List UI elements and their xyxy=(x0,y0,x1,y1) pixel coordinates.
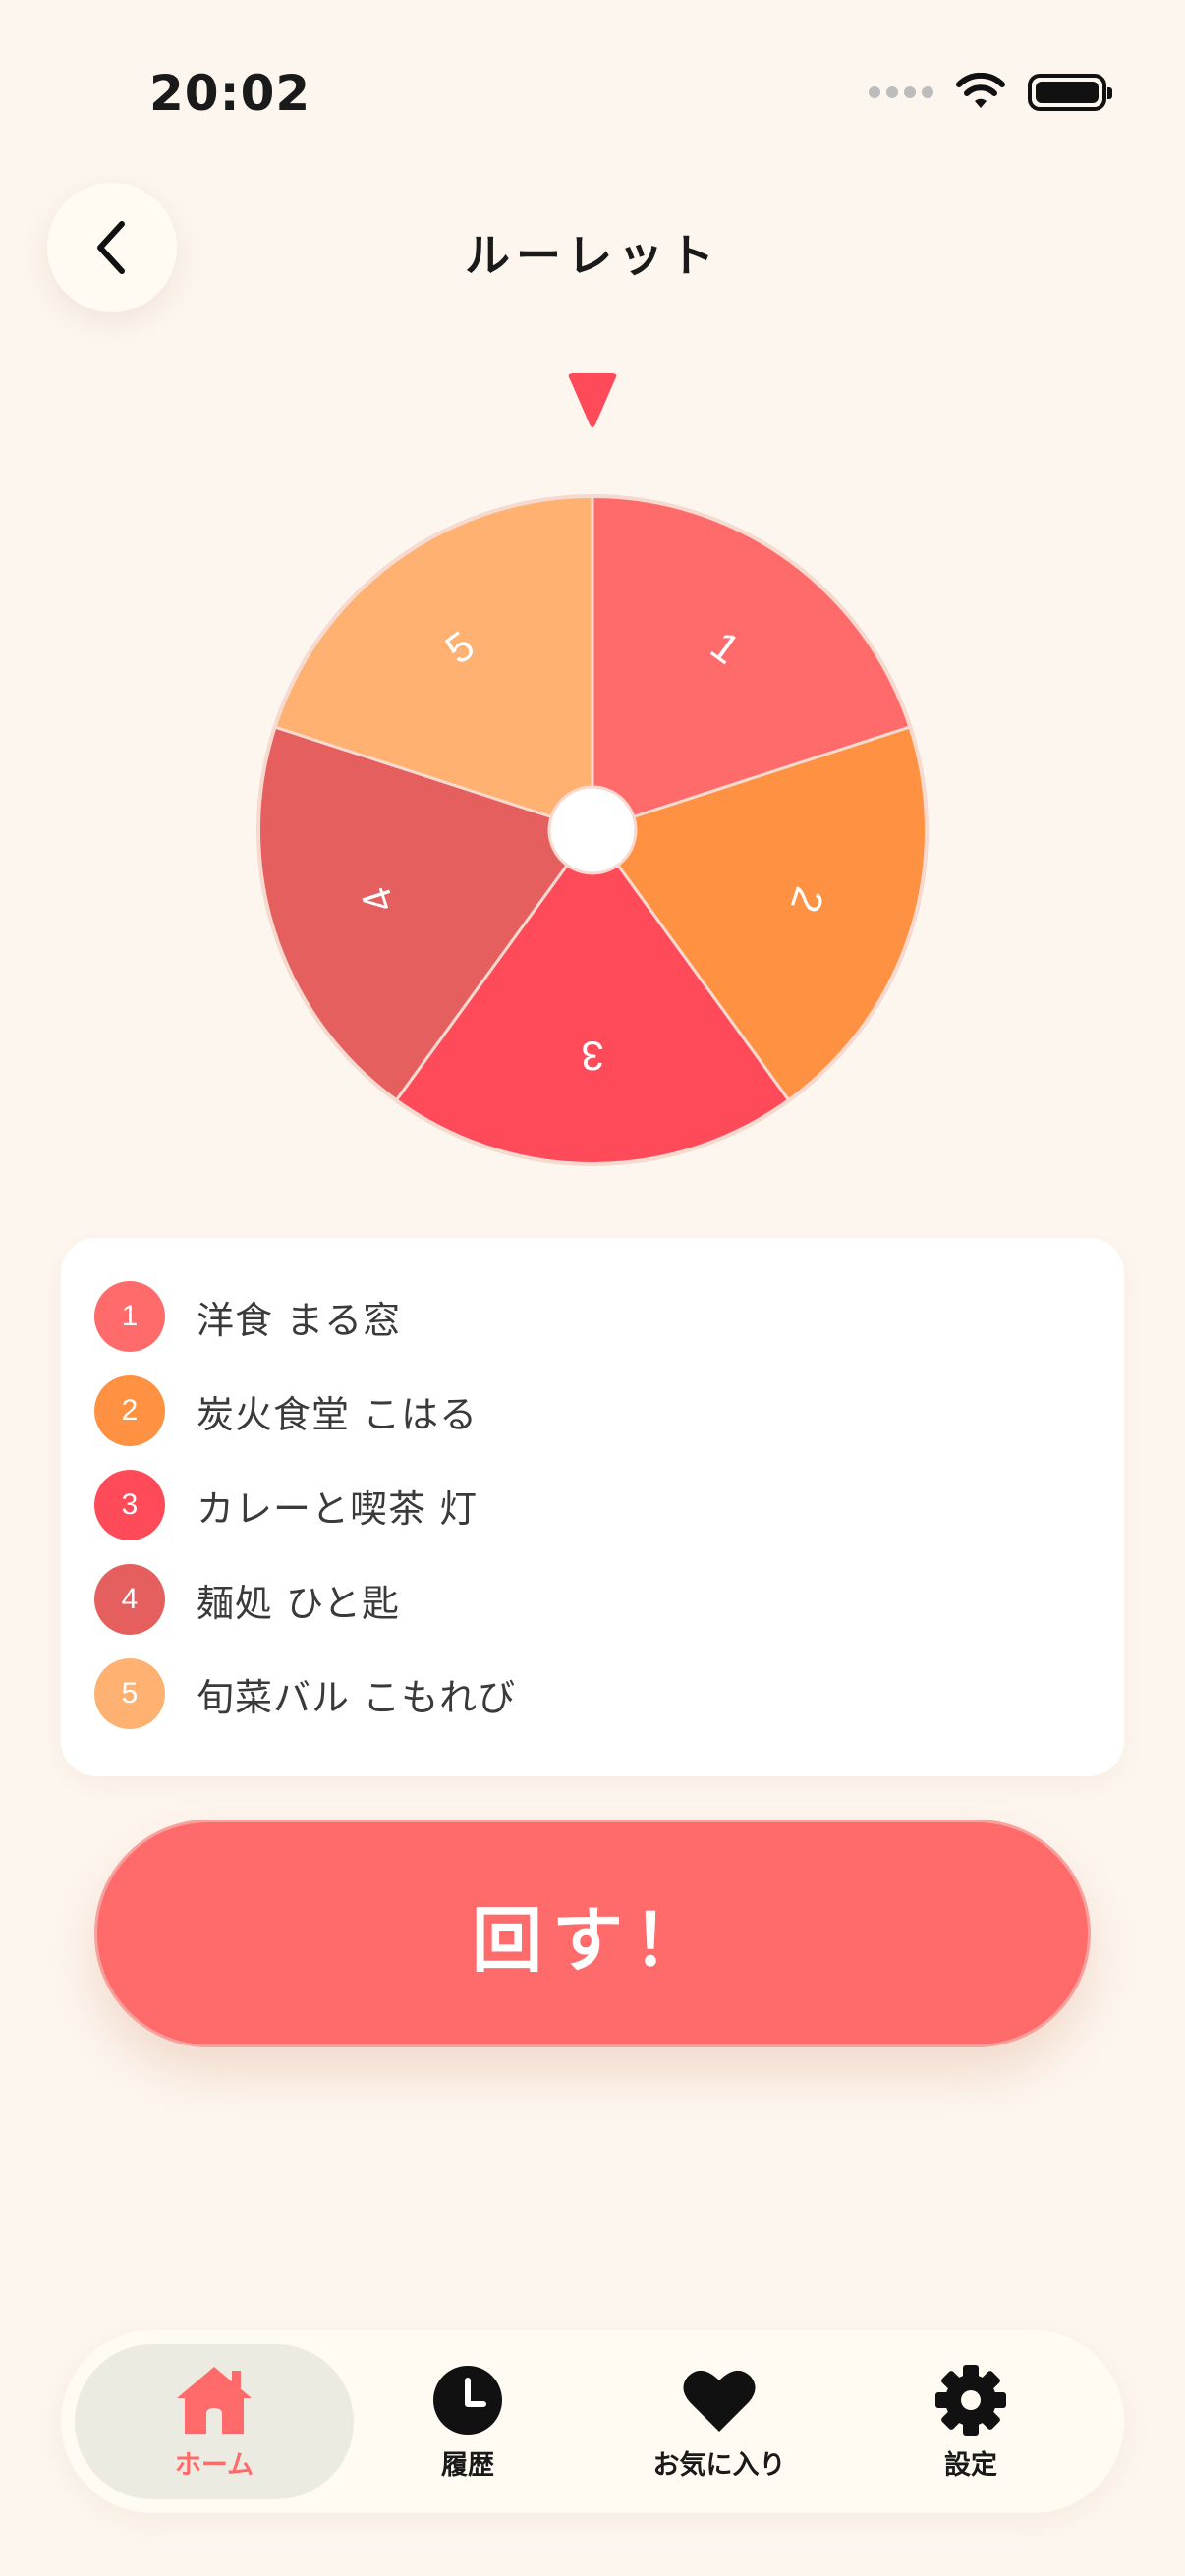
battery-icon xyxy=(1028,74,1112,111)
list-item: 1 洋食 まる窓 xyxy=(61,1269,1124,1364)
tab-home[interactable]: ホーム xyxy=(75,2344,354,2499)
list-item: 3 カレーと喫茶 灯 xyxy=(61,1458,1124,1552)
list-item-label: 洋食 まる窓 xyxy=(197,1298,402,1342)
list-item: 2 炭火食堂 こはる xyxy=(61,1364,1124,1458)
list-item-number-badge: 2 xyxy=(94,1375,165,1446)
tab-label: 設定 xyxy=(944,2449,997,2481)
list-item-label: カレーと喫茶 灯 xyxy=(197,1486,479,1531)
clock-icon xyxy=(432,2363,503,2437)
list-item-number-badge: 3 xyxy=(94,1470,165,1540)
cellular-signal-icon xyxy=(869,86,933,98)
status-bar: 20:02 xyxy=(0,0,1185,187)
status-time: 20:02 xyxy=(149,65,311,122)
wheel-segment-label: 3 xyxy=(581,1034,603,1080)
list-item-label: 麺処 ひと匙 xyxy=(197,1581,400,1625)
tab-favorites[interactable]: お気に入り xyxy=(580,2344,859,2499)
tab-label: ホーム xyxy=(174,2449,254,2481)
heart-icon xyxy=(682,2363,757,2437)
tab-settings[interactable]: 設定 xyxy=(831,2344,1110,2499)
roulette-wheel[interactable]: 12345 xyxy=(255,493,930,1167)
wheel-hub xyxy=(547,785,638,875)
gear-icon xyxy=(933,2363,1008,2437)
tab-bar: ホーム 履歴 お気に入り 設定 xyxy=(61,2330,1124,2513)
list-item-number-badge: 5 xyxy=(94,1658,165,1729)
page-title: ルーレット xyxy=(465,229,720,282)
tab-label: お気に入り xyxy=(652,2449,786,2481)
list-item-label: 旬菜バル こもれび xyxy=(197,1675,517,1719)
spin-button[interactable]: 回す！ xyxy=(94,1820,1091,2047)
list-item: 4 麺処 ひと匙 xyxy=(61,1552,1124,1647)
wheel-pointer-icon xyxy=(568,373,617,427)
list-item-number-badge: 4 xyxy=(94,1564,165,1635)
status-icons xyxy=(869,73,1112,112)
list-item: 5 旬菜バル こもれび xyxy=(61,1647,1124,1741)
wifi-icon xyxy=(956,73,1005,108)
home-icon xyxy=(173,2363,255,2437)
tab-history[interactable]: 履歴 xyxy=(328,2344,607,2499)
list-item-label: 炭火食堂 こはる xyxy=(197,1392,479,1436)
restaurant-list: 1 洋食 まる窓 2 炭火食堂 こはる 3 カレーと喫茶 灯 4 麺処 ひと匙 5 旬菜バル こも… xyxy=(61,1238,1124,1776)
tab-label: 履歴 xyxy=(441,2449,494,2481)
list-item-number-badge: 1 xyxy=(94,1281,165,1352)
